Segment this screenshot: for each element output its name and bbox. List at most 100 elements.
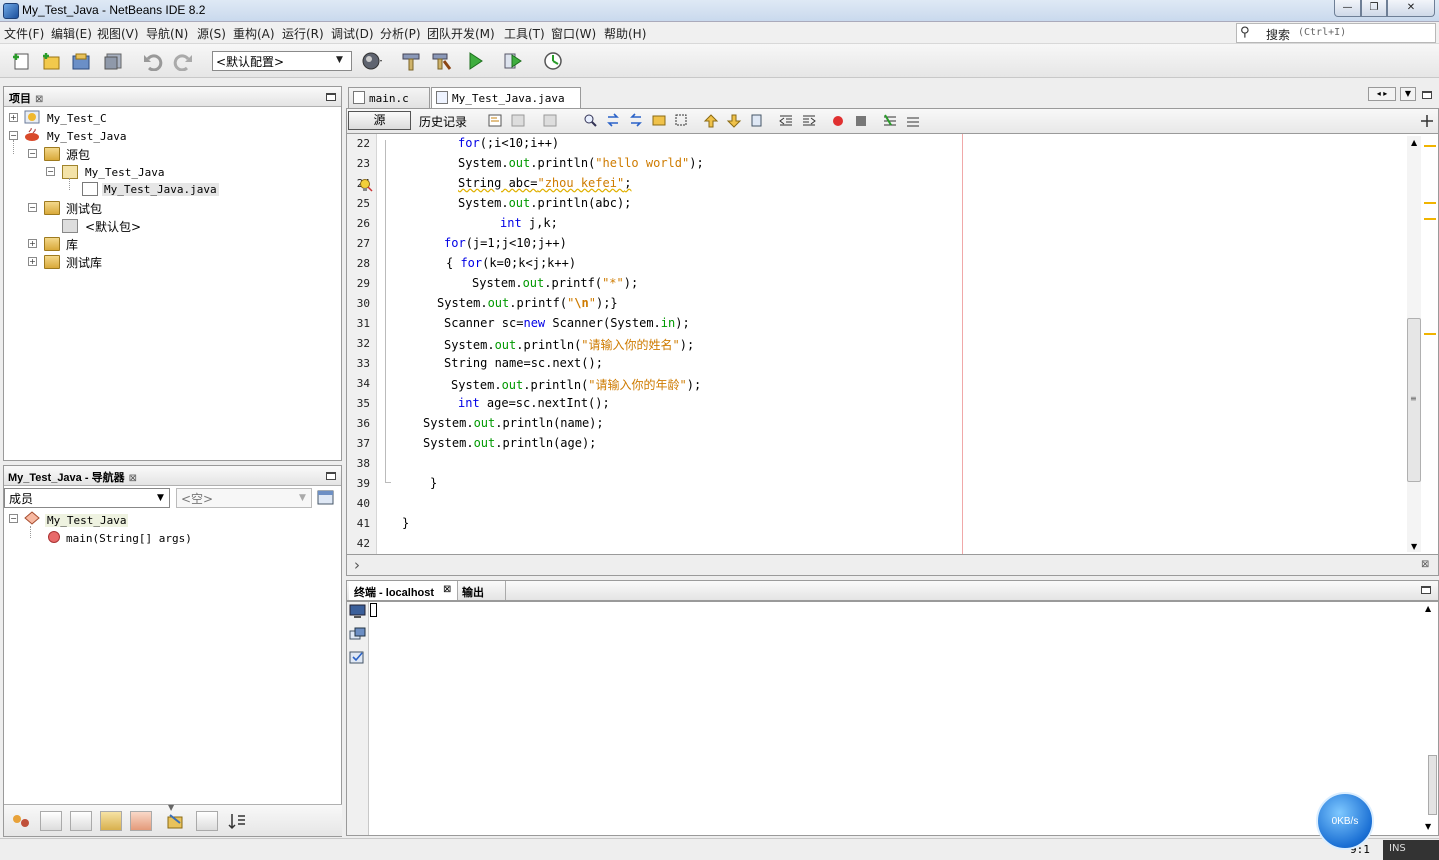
tab-my-test-java[interactable]: My_Test_Java.java ⊠: [431, 87, 581, 118]
tree-item-my-test-java[interactable]: My_Test_Java: [47, 130, 126, 143]
error-stripe-mark[interactable]: [1424, 202, 1436, 204]
members-filter-select[interactable]: 成员: [4, 488, 170, 508]
collapse-icon[interactable]: −: [28, 203, 37, 212]
scroll-up-icon[interactable]: ▲: [1425, 604, 1431, 613]
terminal-scroll-thumb[interactable]: [1428, 755, 1437, 815]
tree-item-my-test-c[interactable]: My_Test_C: [47, 112, 107, 125]
tab-output[interactable]: 输出: [458, 581, 506, 600]
search-icon[interactable]: ⚲: [1240, 25, 1250, 40]
forward-icon[interactable]: [542, 113, 558, 128]
find-selection-icon[interactable]: [628, 113, 644, 128]
code-line[interactable]: System.out.println(abc);: [458, 196, 631, 210]
inherited-members-icon[interactable]: [10, 811, 32, 831]
code-line[interactable]: System.out.println(name);: [423, 416, 604, 430]
tree-item-test-libraries[interactable]: 测试库: [66, 254, 102, 271]
tree-item-package-my-test-java[interactable]: My_Test_Java: [85, 166, 164, 179]
start-macro-icon[interactable]: [830, 113, 846, 128]
previous-bookmark-icon[interactable]: [703, 113, 719, 128]
error-stripe-mark[interactable]: [1424, 218, 1436, 220]
scroll-down-icon[interactable]: ▼: [1425, 822, 1431, 831]
new-terminal-icon[interactable]: [349, 627, 366, 642]
close-icon[interactable]: ⊠: [1421, 559, 1429, 570]
menu-edit[interactable]: 编辑(E): [51, 25, 92, 42]
collapse-icon[interactable]: −: [46, 167, 55, 176]
undo-icon[interactable]: [142, 51, 164, 71]
source-view-button[interactable]: 源: [348, 111, 411, 130]
tree-item-libraries[interactable]: 库: [66, 236, 78, 253]
next-bookmark-icon[interactable]: [726, 113, 742, 128]
close-icon[interactable]: ⊠: [443, 584, 451, 595]
menu-window[interactable]: 窗口(W): [551, 25, 596, 42]
warning-bulb-icon[interactable]: [359, 178, 373, 192]
terminal-icon[interactable]: [349, 604, 366, 619]
code-line[interactable]: System.out.printf("*");: [472, 276, 638, 290]
browser-globe-icon[interactable]: [360, 51, 382, 71]
chevron-right-icon[interactable]: ›: [354, 556, 360, 574]
close-window-button[interactable]: ✕: [1387, 0, 1435, 17]
terminal-options-icon[interactable]: [349, 650, 366, 665]
profile-project-icon[interactable]: [542, 51, 564, 71]
menu-help[interactable]: 帮助(H): [604, 25, 646, 42]
find-next-icon[interactable]: [605, 113, 621, 128]
tab-terminal[interactable]: 终端 - localhost ⊠: [349, 581, 458, 600]
back-icon[interactable]: [510, 113, 526, 128]
menu-view[interactable]: 视图(V): [97, 25, 139, 42]
code-line[interactable]: System.out.println("hello world");: [458, 156, 704, 170]
navigator-options-icon[interactable]: [316, 488, 336, 508]
code-line[interactable]: System.out.println(age);: [423, 436, 596, 450]
expand-icon[interactable]: +: [9, 113, 18, 122]
network-speed-widget[interactable]: 0KB/s: [1316, 792, 1374, 850]
minimize-panel-icon[interactable]: [326, 472, 336, 480]
code-line[interactable]: }: [430, 476, 437, 490]
chevron-down-icon[interactable]: ▼: [336, 55, 343, 65]
menu-run[interactable]: 运行(R): [282, 25, 324, 42]
stop-macro-icon[interactable]: [853, 113, 869, 128]
menu-team[interactable]: 团队开发(M): [427, 25, 495, 42]
collapse-icon[interactable]: −: [9, 131, 18, 140]
tree-item-default-package[interactable]: <默认包>: [85, 218, 141, 235]
code-line[interactable]: String name=sc.next();: [444, 356, 603, 370]
error-stripe-mark[interactable]: [1424, 333, 1436, 335]
code-line[interactable]: System.out.println("请输入你的姓名");: [444, 336, 694, 353]
menu-navigate[interactable]: 导航(N): [146, 25, 188, 42]
code-line[interactable]: }: [402, 516, 409, 530]
show-static-toggle[interactable]: [70, 811, 92, 831]
clean-build-icon[interactable]: [430, 51, 452, 71]
code-line[interactable]: int age=sc.nextInt();: [458, 396, 610, 410]
code-line[interactable]: String abc="zhou kefei";: [458, 176, 631, 190]
tab-navigator[interactable]: My_Test_Java - 导航器 ⊠: [8, 469, 137, 485]
new-project-icon[interactable]: [40, 51, 62, 71]
collapse-icon[interactable]: −: [28, 149, 37, 158]
tab-projects[interactable]: 项目 ⊠: [9, 90, 43, 106]
run-project-icon[interactable]: [465, 51, 487, 71]
open-project-icon[interactable]: [70, 51, 92, 71]
show-fields-toggle[interactable]: [40, 811, 62, 831]
menu-tools[interactable]: 工具(T): [504, 25, 545, 42]
toggle-highlight-icon[interactable]: [651, 113, 667, 128]
scroll-down-icon[interactable]: ▼: [1411, 542, 1417, 551]
close-icon[interactable]: ⊠: [129, 473, 137, 484]
code-line[interactable]: for(j=1;j<10;j++): [444, 236, 567, 250]
show-opened-documents-button[interactable]: ▼: [1400, 87, 1416, 101]
minimize-panel-icon[interactable]: [1421, 586, 1431, 594]
show-javadoc-icon[interactable]: [164, 811, 186, 831]
code-line[interactable]: for(;i<10;i++): [458, 136, 559, 150]
navigator-class-item[interactable]: My_Test_Java: [45, 514, 129, 527]
menu-refactor[interactable]: 重构(A): [233, 25, 275, 42]
show-inner-classes-toggle[interactable]: [130, 811, 152, 831]
terminal-output[interactable]: [346, 601, 1439, 836]
scroll-tabs-button[interactable]: ◂ ▸: [1368, 87, 1396, 101]
menu-debug[interactable]: 调试(D): [331, 25, 374, 42]
code-line[interactable]: Scanner sc=new Scanner(System.in);: [444, 316, 690, 330]
tab-main-c[interactable]: main.c ⊠: [348, 87, 430, 118]
sort-by-source-icon[interactable]: [226, 811, 248, 831]
collapse-icon[interactable]: −: [9, 514, 18, 523]
code-line[interactable]: { for(k=0;k<j;k++): [446, 256, 576, 270]
expand-icon[interactable]: +: [28, 239, 37, 248]
tree-item-java-file[interactable]: My_Test_Java.java: [102, 183, 219, 196]
code-line[interactable]: System.out.println("请输入你的年龄");: [451, 376, 701, 393]
build-hammer-icon[interactable]: [400, 51, 422, 71]
toggle-bookmark-icon[interactable]: [749, 113, 765, 128]
save-all-icon[interactable]: [102, 51, 124, 71]
close-icon[interactable]: ⊠: [35, 94, 43, 105]
